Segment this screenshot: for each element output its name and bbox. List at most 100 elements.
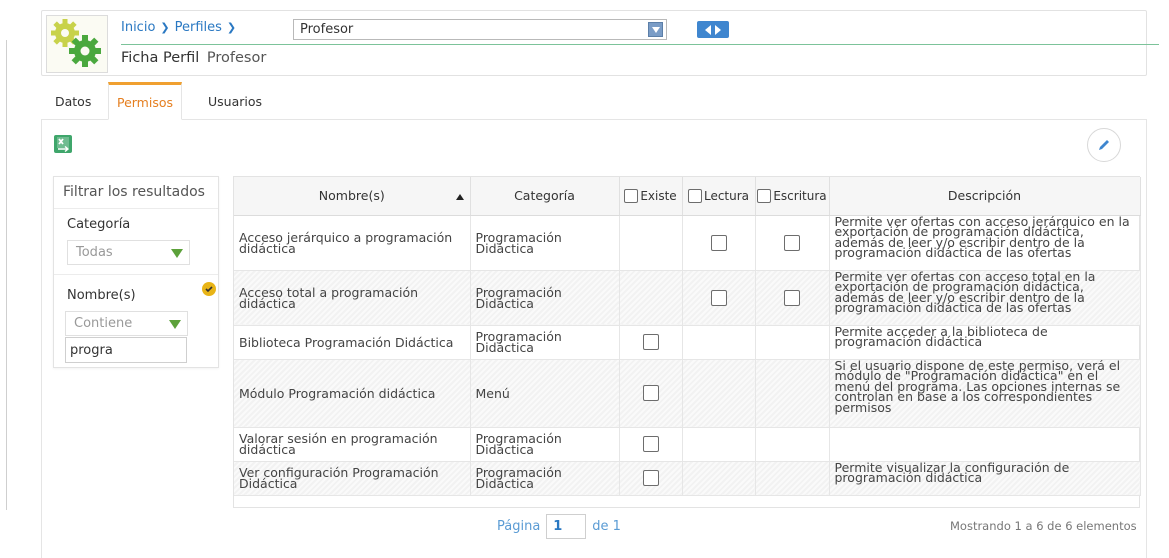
tab-permisos[interactable]: Permisos [108, 82, 182, 120]
exists-cell [619, 270, 683, 326]
exists-select-all-checkbox[interactable] [624, 189, 639, 203]
edit-button[interactable] [1087, 128, 1121, 162]
write-select-all-checkbox[interactable] [757, 189, 772, 203]
name-filter-operator-value: Contiene [74, 316, 133, 331]
permission-name: Módulo Programación didáctica [234, 359, 471, 428]
breadcrumb: Inicio ❯ Perfiles ❯ [121, 20, 241, 35]
exists-checkbox[interactable] [642, 470, 659, 486]
write-cell [755, 427, 830, 462]
column-header-write-label: Escritura [773, 188, 827, 203]
permission-category: Programación Didáctica [470, 215, 620, 271]
table-header-row: Nombre(s) Categoría Existe Lectura Escri… [234, 177, 1141, 216]
column-header-description[interactable]: Descripción [829, 177, 1141, 216]
next-arrow-icon[interactable] [715, 24, 721, 35]
write-cell [755, 461, 830, 496]
column-header-read[interactable]: Lectura [682, 177, 756, 216]
permission-description: Permite ver ofertas con acceso jerárquic… [829, 215, 1141, 271]
column-header-exists-label: Existe [640, 188, 677, 203]
exists-checkbox[interactable] [642, 334, 659, 350]
sort-asc-icon[interactable] [455, 194, 464, 200]
exists-cell [619, 215, 683, 271]
column-header-name-label: Nombre(s) [318, 188, 385, 204]
permission-category: Programación Didáctica [470, 270, 620, 326]
pager-page-label: Página [497, 519, 541, 534]
chevron-right-icon: ❯ [160, 21, 170, 34]
exists-checkbox[interactable] [642, 385, 659, 401]
read-cell [682, 427, 756, 462]
pager-of-label: de 1 [592, 519, 621, 534]
excel-export-icon[interactable] [54, 135, 72, 153]
permission-category: Programación Didáctica [470, 427, 620, 462]
read-select-all-checkbox[interactable] [687, 189, 702, 203]
write-checkbox[interactable] [784, 234, 800, 251]
dropdown-arrow-icon[interactable] [648, 22, 663, 37]
dropdown-arrow-icon [169, 320, 181, 329]
permission-name: Acceso total a programación didáctica [234, 270, 471, 326]
write-cell [755, 359, 830, 428]
table-row[interactable]: Módulo Programación didáctica Menú Si el… [234, 359, 1141, 428]
exists-cell [619, 325, 683, 360]
permission-description [829, 427, 1141, 462]
table-row[interactable]: Acceso total a programación didáctica Pr… [234, 270, 1141, 326]
exists-cell [619, 461, 683, 496]
profile-select-value: Profesor [300, 22, 354, 37]
permission-name: Biblioteca Programación Didáctica [234, 325, 471, 360]
read-cell [682, 461, 756, 496]
exists-checkbox[interactable] [642, 436, 659, 452]
check-circle-icon [202, 282, 216, 296]
write-cell [755, 325, 830, 360]
read-checkbox[interactable] [710, 234, 727, 251]
permission-category: Menú [470, 359, 620, 428]
filter-title: Filtrar los resultados [54, 177, 218, 209]
read-cell [682, 325, 756, 360]
filter-panel: Filtrar los resultados Categoría Todas N… [53, 176, 219, 368]
breadcrumb-home-link[interactable]: Inicio [121, 20, 155, 35]
table-row[interactable]: Ver configuración Programación Didáctica… [234, 461, 1141, 496]
permission-description: Permite acceder a la biblioteca de progr… [829, 325, 1141, 360]
column-header-category[interactable]: Categoría [470, 177, 620, 216]
tab-bar: Datos Permisos Usuarios [41, 82, 1147, 120]
tab-usuarios[interactable]: Usuarios [208, 82, 262, 120]
column-header-read-label: Lectura [703, 188, 750, 203]
read-checkbox[interactable] [710, 289, 727, 306]
write-cell [755, 215, 830, 271]
category-filter-label: Categoría [67, 217, 131, 232]
prev-next-icon[interactable] [697, 21, 729, 38]
profile-select[interactable]: Profesor [293, 19, 667, 40]
edit-pencil-icon [1099, 140, 1109, 150]
dropdown-arrow-icon [171, 249, 183, 258]
permission-name: Valorar sesión en programación didáctica [234, 427, 471, 462]
exists-cell [619, 359, 683, 428]
write-cell [755, 270, 830, 326]
table-row[interactable]: Biblioteca Programación Didáctica Progra… [234, 325, 1141, 360]
profile-header: Inicio ❯ Perfiles ❯ Profesor Ficha Perfi… [41, 10, 1159, 76]
name-filter-operator-select[interactable]: Contiene [65, 311, 188, 336]
permission-category: Programación Didáctica [470, 325, 620, 360]
exists-cell [619, 427, 683, 462]
page-title-label: Ficha Perfil [121, 50, 200, 66]
read-cell [682, 270, 756, 326]
tab-datos[interactable]: Datos [55, 82, 91, 120]
read-cell [682, 359, 756, 428]
write-checkbox[interactable] [784, 289, 800, 306]
column-header-exists[interactable]: Existe [619, 177, 683, 216]
name-filter-input[interactable] [65, 337, 187, 363]
category-filter-value: Todas [76, 245, 113, 260]
permission-description: Permite ver ofertas con acceso total en … [829, 270, 1141, 326]
left-border [6, 40, 7, 510]
page-number-input[interactable] [546, 514, 587, 539]
table-row[interactable]: Valorar sesión en programación didáctica… [234, 427, 1141, 462]
page-title: Ficha Perfil Profesor [121, 50, 266, 66]
gears-logo-icon [46, 15, 108, 73]
permission-description: Permite visualizar la configuración de p… [829, 461, 1141, 496]
category-filter-select[interactable]: Todas [67, 240, 190, 265]
column-header-write[interactable]: Escritura [755, 177, 830, 216]
filter-divider [54, 274, 218, 275]
table-row[interactable]: Acceso jerárquico a programación didácti… [234, 215, 1141, 271]
breadcrumb-profiles-link[interactable]: Perfiles [175, 20, 222, 35]
prev-arrow-icon[interactable] [705, 24, 711, 35]
pager: Página de 1 [497, 514, 621, 539]
header-divider [121, 44, 1159, 45]
column-header-name[interactable]: Nombre(s) [234, 177, 471, 216]
pager-info: Mostrando 1 a 6 de 6 elementos [950, 519, 1137, 533]
